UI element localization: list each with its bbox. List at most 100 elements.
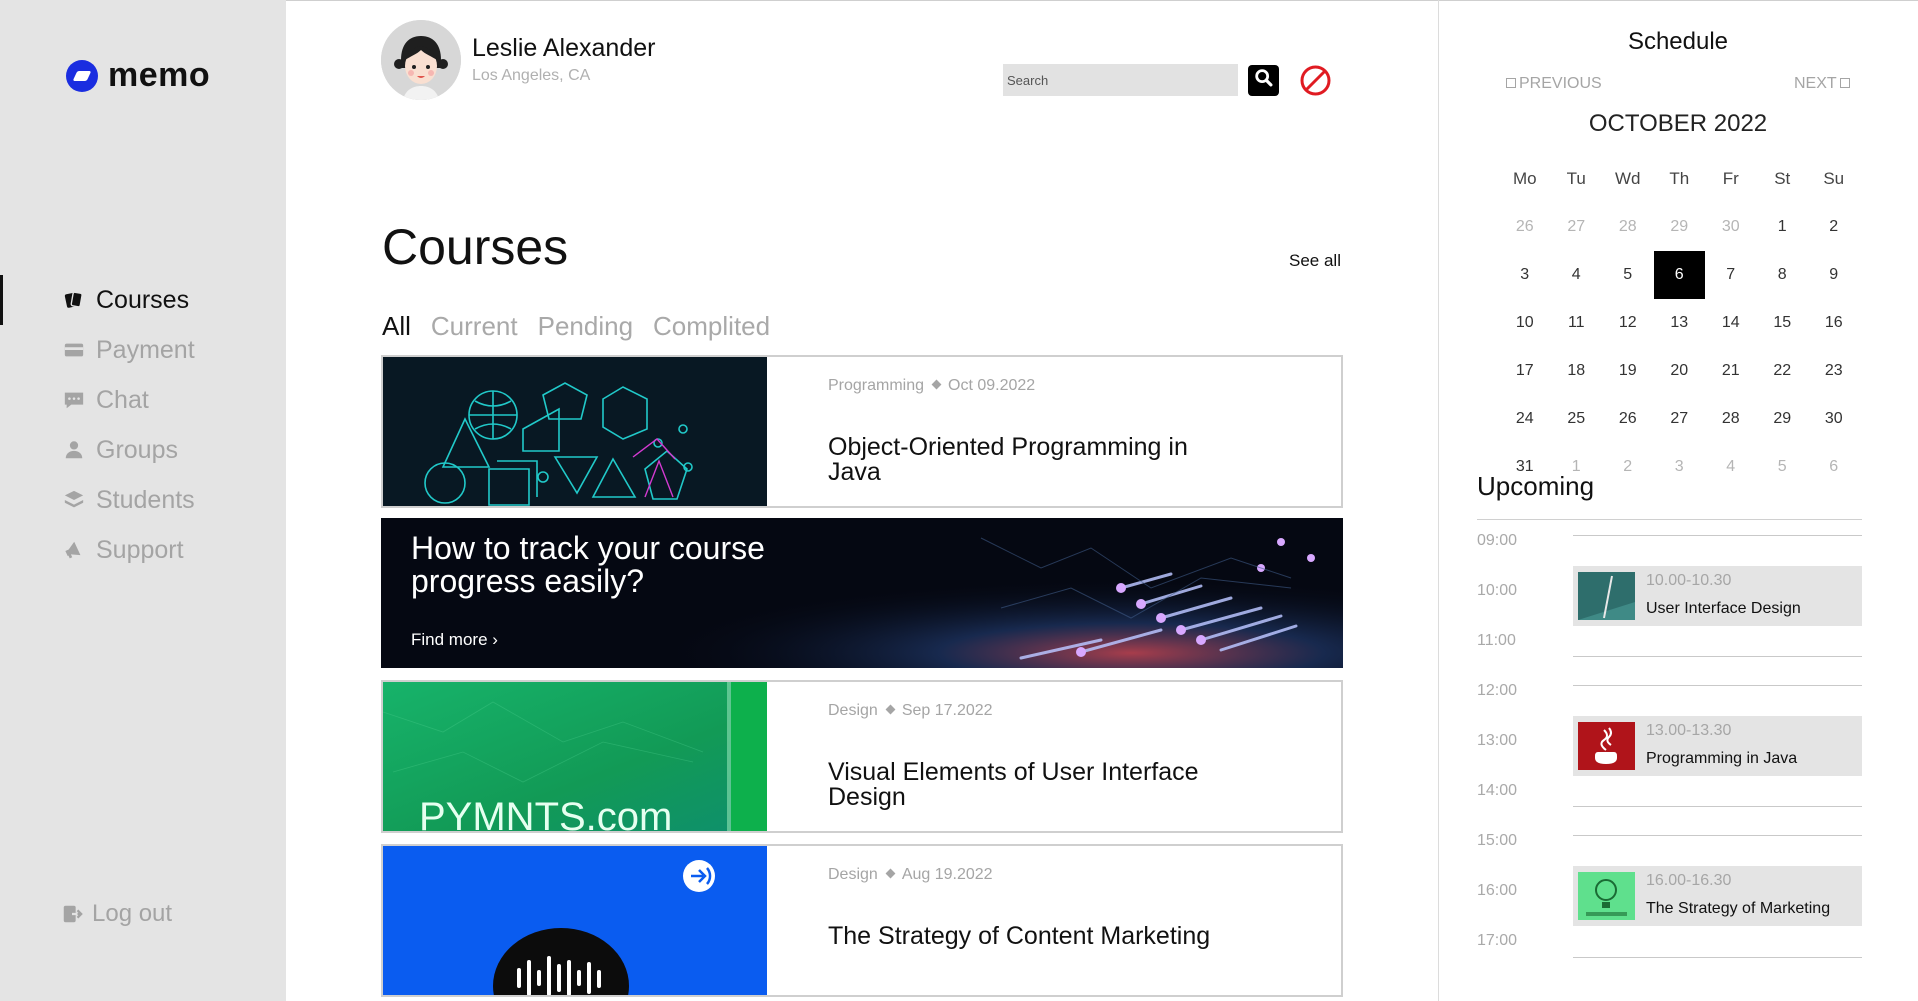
- calendar-day[interactable]: 26: [1499, 203, 1551, 251]
- sidebar-item-groups[interactable]: Groups: [0, 425, 286, 475]
- block-button[interactable]: [1299, 64, 1332, 97]
- calendar-day[interactable]: 21: [1705, 347, 1757, 395]
- search-input[interactable]: [1003, 64, 1238, 96]
- credit-card-icon: [62, 338, 86, 362]
- sidebar-item-label: Courses: [96, 285, 190, 314]
- calendar-day[interactable]: 12: [1602, 299, 1654, 347]
- timeline-line: [1573, 806, 1862, 807]
- event-strategy-marketing[interactable]: 16.00-16.30 The Strategy of Marketing: [1573, 866, 1862, 926]
- calendar-day[interactable]: 4: [1551, 251, 1603, 299]
- logout-icon: [60, 902, 84, 926]
- square-icon: [1506, 78, 1516, 88]
- sidebar-item-students[interactable]: Students: [0, 475, 286, 525]
- calendar-grid: Mo Tu Wd Th Fr St Su 26 27 28 29 30 1 2 3 4 5 6 7 8 9 10 11 12 1…: [1499, 155, 1860, 491]
- calendar-day[interactable]: 30: [1808, 395, 1860, 443]
- course-meta: Programming Oct 09.2022: [828, 377, 1035, 395]
- search-button[interactable]: [1248, 65, 1279, 96]
- calendar-day[interactable]: 14: [1705, 299, 1757, 347]
- calendar-day[interactable]: 10: [1499, 299, 1551, 347]
- calendar-day[interactable]: 30: [1705, 203, 1757, 251]
- logo-icon: [66, 59, 98, 92]
- calendar-day[interactable]: 11: [1551, 299, 1603, 347]
- tab-current[interactable]: Current: [431, 311, 518, 342]
- calendar-day[interactable]: 4: [1705, 443, 1757, 491]
- event-programming-java[interactable]: 13.00-13.30 Programming in Java: [1573, 716, 1862, 776]
- calendar-day[interactable]: 17: [1499, 347, 1551, 395]
- page-title: Courses: [382, 219, 569, 275]
- course-thumbnail-geometry: [383, 357, 767, 506]
- calendar-day[interactable]: 6: [1808, 443, 1860, 491]
- course-card-content-marketing[interactable]: Design Aug 19.2022 The Strategy of Conten…: [381, 844, 1343, 997]
- calendar-day[interactable]: 1: [1757, 203, 1809, 251]
- calendar-day[interactable]: 7: [1705, 251, 1757, 299]
- pymnts-logo-text: PYMNTS.com: [419, 795, 672, 831]
- calendar-day[interactable]: 22: [1757, 347, 1809, 395]
- course-category: Design: [828, 702, 878, 719]
- calendar-day[interactable]: 25: [1551, 395, 1603, 443]
- see-all-link[interactable]: See all: [1289, 251, 1341, 271]
- calendar-day[interactable]: 5: [1757, 443, 1809, 491]
- search-icon: [1253, 67, 1275, 94]
- course-date: Sep 17.2022: [901, 702, 993, 719]
- sidebar-item-chat[interactable]: Chat: [0, 375, 286, 425]
- sidebar-item-label: Chat: [96, 385, 149, 414]
- sidebar-item-payment[interactable]: Payment: [0, 325, 286, 375]
- calendar-day[interactable]: 24: [1499, 395, 1551, 443]
- user-location: Los Angeles, CA: [472, 67, 591, 84]
- previous-month-button[interactable]: PREVIOUS: [1503, 75, 1602, 93]
- calendar-day[interactable]: 26: [1602, 395, 1654, 443]
- calendar-day[interactable]: 29: [1757, 395, 1809, 443]
- calendar-day[interactable]: 15: [1757, 299, 1809, 347]
- logout-button[interactable]: Log out: [60, 900, 172, 928]
- megaphone-icon: [62, 538, 86, 562]
- calendar-day[interactable]: 28: [1705, 395, 1757, 443]
- calendar-day[interactable]: 8: [1757, 251, 1809, 299]
- calendar-day[interactable]: 28: [1602, 203, 1654, 251]
- tab-all[interactable]: All: [382, 311, 411, 342]
- calendar-day[interactable]: 9: [1808, 251, 1860, 299]
- course-date: Oct 09.2022: [948, 377, 1036, 394]
- calendar-month: OCTOBER 2022: [1588, 110, 1768, 137]
- timeline-hours: 09:00 10:00 11:00 12:00 13:00 14:00 15:00 16:00…: [1477, 532, 1517, 982]
- calendar-day[interactable]: 5: [1602, 251, 1654, 299]
- timeline-line: [1573, 656, 1862, 657]
- calendar-day[interactable]: 20: [1654, 347, 1706, 395]
- calendar-day[interactable]: 2: [1808, 203, 1860, 251]
- previous-label: PREVIOUS: [1519, 75, 1602, 92]
- logo[interactable]: memo: [66, 56, 210, 95]
- course-thumbnail-podcast: [383, 846, 767, 995]
- timeline-hour-label: 12:00: [1477, 682, 1518, 699]
- next-label: NEXT: [1794, 75, 1837, 92]
- calendar-day[interactable]: 3: [1499, 251, 1551, 299]
- course-card-ui-design[interactable]: PYMNTS.com Design Sep 17.2022 Visual Elem…: [381, 680, 1343, 833]
- sidebar-item-courses[interactable]: Courses: [0, 275, 286, 325]
- promo-banner[interactable]: How to track your course progress easily…: [381, 518, 1343, 668]
- tab-pending[interactable]: Pending: [538, 311, 633, 342]
- find-more-link[interactable]: Find more ›: [411, 630, 498, 650]
- meta-separator: [931, 379, 942, 390]
- calendar-day[interactable]: 23: [1808, 347, 1860, 395]
- calendar-day[interactable]: 19: [1602, 347, 1654, 395]
- event-time: 13.00-13.30: [1646, 722, 1732, 739]
- event-title: User Interface Design: [1646, 600, 1801, 617]
- panel-divider: [1438, 0, 1439, 1001]
- calendar-day-selected[interactable]: 6: [1653, 251, 1705, 299]
- next-month-button[interactable]: NEXT: [1794, 75, 1853, 93]
- event-ui-design[interactable]: 10.00-10.30 User Interface Design: [1573, 566, 1862, 626]
- calendar-day[interactable]: 3: [1654, 443, 1706, 491]
- course-card-java-oop[interactable]: Programming Oct 09.2022 Object-Oriented P…: [381, 355, 1343, 508]
- calendar-day[interactable]: 13: [1654, 299, 1706, 347]
- calendar-day[interactable]: 16: [1808, 299, 1860, 347]
- timeline-hour-label: 10:00: [1477, 582, 1518, 599]
- tab-complited[interactable]: Complited: [653, 311, 770, 342]
- calendar-day[interactable]: 27: [1551, 203, 1603, 251]
- calendar-day[interactable]: 29: [1654, 203, 1706, 251]
- calendar-day[interactable]: 2: [1602, 443, 1654, 491]
- event-time: 16.00-16.30: [1646, 872, 1732, 889]
- chevron-right-icon: ›: [492, 630, 498, 649]
- sidebar-item-support[interactable]: Support: [0, 525, 286, 575]
- calendar-day[interactable]: 18: [1551, 347, 1603, 395]
- course-date: Aug 19.2022: [901, 866, 993, 883]
- avatar[interactable]: [381, 20, 461, 100]
- calendar-day[interactable]: 27: [1654, 395, 1706, 443]
